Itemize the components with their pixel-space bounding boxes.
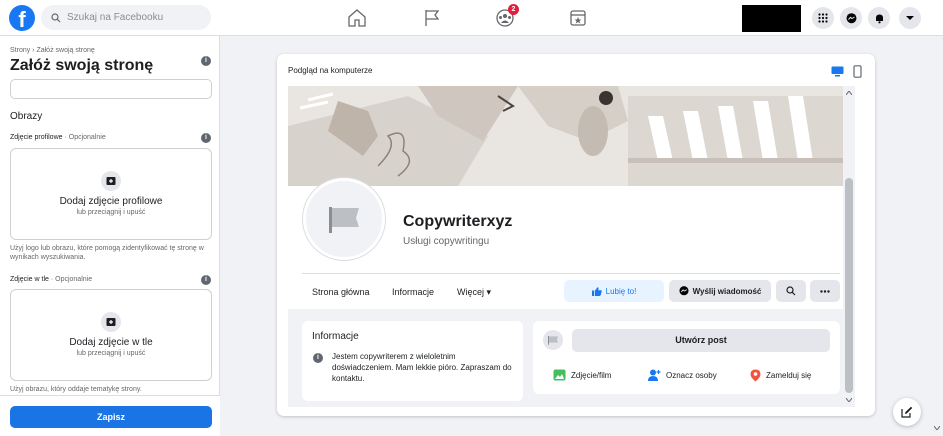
photo-video-label: Zdjęcie/film: [571, 370, 612, 380]
page-title: Załóż swoją stronę: [10, 57, 154, 74]
like-button[interactable]: Lubię to!: [564, 280, 664, 302]
send-message-button[interactable]: Wyślij wiadomość: [669, 280, 771, 302]
redacted-profile-area: [742, 5, 801, 32]
thumbs-up-icon: [591, 286, 602, 296]
search-icon: [51, 12, 61, 22]
profile-photo-label: Zdjęcie profilowe · Opcjonalnie: [10, 134, 106, 141]
add-cover-icon: [101, 312, 121, 332]
search-icon: [786, 286, 796, 296]
more-options-button[interactable]: [810, 280, 840, 302]
drag-drop-hint: lub przeciągnij i upuść: [76, 350, 146, 357]
notifications-button[interactable]: [868, 7, 890, 29]
search-placeholder: Szukaj na Facebooku: [67, 12, 164, 23]
search-input[interactable]: Szukaj na Facebooku: [41, 5, 211, 30]
page-category: Usługi copywritingu: [403, 236, 490, 247]
check-in-action[interactable]: Zamelduj się: [750, 369, 811, 382]
flag-placeholder-icon: [548, 336, 558, 345]
cover-info-icon[interactable]: i: [201, 275, 211, 285]
messenger-button[interactable]: [840, 7, 862, 29]
tag-people-action[interactable]: Oznacz osoby: [648, 369, 717, 381]
cover-photo-label: Zdjęcie w tle · Opcjonalnie: [10, 276, 92, 283]
scrollbar-thumb[interactable]: [845, 178, 853, 393]
add-profile-photo-text: Dodaj zdjęcie profilowe: [59, 196, 163, 207]
page-name: Copywriterxyz: [403, 213, 513, 230]
create-page-sidebar: Strony › Załóż swoją stronę Załóż swoją …: [0, 36, 220, 436]
profile-info-icon[interactable]: i: [201, 133, 211, 143]
info-icon[interactable]: i: [201, 56, 211, 66]
page-search-button[interactable]: [776, 280, 806, 302]
cover-photo-upload[interactable]: Dodaj zdjęcie w tle lub przeciągnij i up…: [10, 289, 212, 381]
profile-photo-help: Użyj logo lub obrazu, które pomogą ziden…: [10, 245, 204, 261]
menu-grid-icon: [818, 13, 828, 23]
check-in-label: Zamelduj się: [766, 371, 812, 380]
desktop-preview-card: Podgląd na komputerze Copywriterxyz Usłu…: [277, 54, 875, 416]
photo-icon: [553, 369, 566, 381]
page-preview-frame: Copywriterxyz Usługi copywritingu Strona…: [288, 86, 855, 407]
images-section-heading: Obrazy: [10, 111, 43, 122]
tab-about[interactable]: Informacje: [392, 287, 434, 297]
header-divider: [302, 273, 840, 274]
profile-photo-upload[interactable]: Dodaj zdjęcie profilowe lub przeciągnij …: [10, 148, 212, 240]
page-header: Copywriterxyz Usługi copywritingu Strona…: [288, 178, 843, 309]
save-button[interactable]: Zapisz: [10, 406, 212, 428]
tag-people-icon: [648, 369, 661, 381]
account-button[interactable]: [899, 7, 921, 29]
create-post-button[interactable]: Utwórz post: [572, 329, 830, 352]
menu-button[interactable]: [812, 7, 834, 29]
preview-scrollbar[interactable]: [843, 86, 855, 407]
scroll-down-icon[interactable]: [846, 398, 852, 402]
save-bar: Zapisz: [0, 395, 220, 436]
scroll-up-icon[interactable]: [846, 91, 852, 95]
facebook-logo-icon[interactable]: f: [9, 5, 35, 31]
messenger-icon: [679, 286, 689, 296]
page-avatar: [303, 178, 385, 260]
gaming-icon[interactable]: [567, 8, 589, 28]
compose-icon: [901, 406, 913, 418]
scroll-down-icon[interactable]: [934, 426, 940, 430]
pages-flag-icon[interactable]: [421, 8, 443, 28]
like-label: Lubię to!: [605, 286, 637, 296]
profile-photo-label-text: Zdjęcie profilowe: [10, 134, 63, 141]
cover-photo-optional: · Opcjonalnie: [48, 276, 93, 283]
location-pin-icon: [750, 369, 761, 382]
groups-notification-badge: 2: [508, 4, 519, 15]
about-text: Jestem copywriterem z wieloletnim doświa…: [332, 352, 512, 383]
add-photo-icon: [101, 171, 121, 191]
drag-drop-hint: lub przeciągnij i upuść: [76, 209, 146, 216]
cover-illustration: [288, 86, 843, 186]
top-navigation-bar: f Szukaj na Facebooku 2: [0, 0, 943, 36]
add-cover-photo-text: Dodaj zdjęcie w tle: [69, 337, 153, 348]
tab-more[interactable]: Więcej ▾: [457, 287, 491, 298]
profile-photo-optional: · Opcjonalnie: [62, 134, 106, 141]
cover-illustration-image: [288, 86, 843, 186]
flag-placeholder-icon: [329, 207, 359, 233]
info-icon: i: [313, 353, 323, 363]
photo-video-action[interactable]: Zdjęcie/film: [553, 369, 611, 381]
messenger-icon: [846, 12, 856, 23]
tab-home[interactable]: Strona główna: [312, 287, 370, 297]
send-message-label: Wyślij wiadomość: [692, 286, 762, 296]
page-name-input[interactable]: [10, 79, 212, 99]
breadcrumb: Strony › Załóż swoją stronę: [10, 47, 95, 54]
preview-title: Podgląd na komputerze: [288, 66, 373, 75]
cover-photo-help: Użyj obrazu, który oddaje tematykę stron…: [10, 386, 142, 393]
create-post-card: Utwórz post Zdjęcie/film Oznacz osoby Za…: [533, 321, 840, 394]
more-dots-icon: [820, 289, 830, 293]
about-title: Informacje: [312, 331, 359, 342]
tag-people-label: Oznacz osoby: [666, 370, 717, 380]
about-card: Informacje i Jestem copywriterem z wielo…: [302, 321, 523, 401]
desktop-view-icon[interactable]: [831, 66, 844, 77]
cover-photo-label-text: Zdjęcie w tle: [10, 276, 49, 283]
new-message-button[interactable]: [893, 398, 921, 426]
bell-icon: [875, 14, 883, 23]
mobile-view-icon[interactable]: [853, 65, 862, 78]
page-scrollbar[interactable]: [931, 36, 943, 436]
post-avatar: [543, 330, 563, 350]
home-icon[interactable]: [346, 8, 368, 28]
caret-down-icon: [906, 16, 914, 20]
